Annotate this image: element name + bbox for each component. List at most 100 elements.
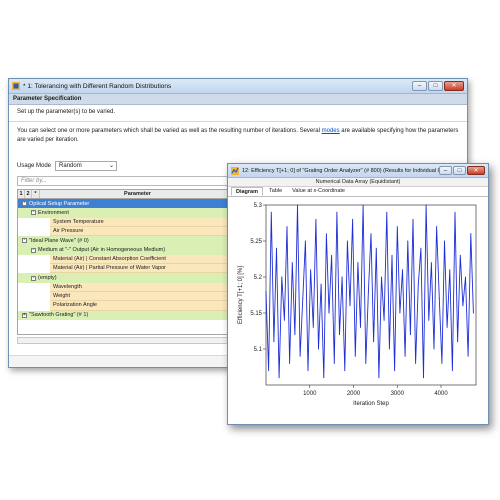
tab-table[interactable]: Table <box>265 187 286 196</box>
collapse-icon[interactable]: - <box>31 275 36 281</box>
parameter-label: System Temperature <box>53 218 104 225</box>
parameter-cell: - (empty) <box>31 275 57 281</box>
data-point <box>273 341 275 343</box>
parameter-row[interactable]: - Environment <box>18 208 246 218</box>
parameter-row[interactable]: - Optical Setup Parameter <box>18 199 246 209</box>
parameter-row[interactable]: Air Pressure <box>18 226 246 237</box>
efficiency-chart[interactable]: 1000 2000 3000 4000 5.1 5.15 5.2 5.25 5.3 Iterati… <box>228 198 488 424</box>
data-point <box>357 262 359 264</box>
header-parameter[interactable]: Parameter <box>40 190 236 198</box>
plot-area[interactable] <box>265 204 477 386</box>
parameter-label: Material (Air) | Partial Pressure of Wat… <box>53 265 166 272</box>
parameter-label: Environment <box>38 209 69 216</box>
chart-minimize-button[interactable]: – <box>439 166 452 175</box>
chart-maximize-button[interactable]: □ <box>453 166 466 175</box>
header-col-1[interactable]: 1 <box>18 190 25 198</box>
header-col-2[interactable]: 2 <box>25 190 32 198</box>
parameter-label: Air Pressure <box>53 228 84 235</box>
data-point <box>457 341 459 343</box>
data-point <box>333 362 335 364</box>
collapse-icon[interactable]: - <box>22 238 27 244</box>
parameter-grid: 1 2 * Parameter Va -Optical Setup Parame… <box>17 189 247 335</box>
modes-link[interactable]: modes <box>322 128 340 134</box>
y-tick-label: 5.1 <box>254 347 263 353</box>
data-point <box>428 319 430 321</box>
data-point <box>378 377 380 379</box>
usage-mode-label: Usage Mode <box>17 163 52 169</box>
data-point <box>391 254 393 256</box>
data-point <box>289 362 291 364</box>
parameter-row[interactable]: Material (Air) | Constant Absorption Coe… <box>18 254 246 265</box>
close-button[interactable]: ✕ <box>444 81 464 91</box>
filter-input[interactable]: Filter by... <box>17 176 247 186</box>
data-point <box>425 204 427 206</box>
data-point <box>462 305 464 307</box>
parameter-cell: - "Ideal Plane Wave" (# 0) <box>22 238 89 244</box>
parameter-label: Optical Setup Parameter <box>29 200 90 207</box>
data-point <box>318 348 319 350</box>
chart-window-title-bar[interactable]: 12: Efficiency T[+1; 0] of "Grating Orde… <box>228 164 488 178</box>
parameter-row[interactable]: System Temperature <box>18 217 246 227</box>
chart-window-title: 12: Efficiency T[+1; 0] of "Grating Orde… <box>242 167 447 174</box>
parameter-cell: Material (Air) | Partial Pressure of Wat… <box>50 264 240 274</box>
parameter-row[interactable]: Material (Air) | Partial Pressure of Wat… <box>18 264 246 274</box>
chart-close-button[interactable]: ✕ <box>467 166 485 175</box>
data-point <box>331 254 333 256</box>
data-point <box>370 233 372 235</box>
data-point <box>299 355 301 357</box>
data-point <box>438 298 440 300</box>
x-tick-label: 4000 <box>434 391 448 397</box>
parameter-label: "Ideal Plane Wave" (# 0) <box>29 237 89 244</box>
data-point <box>388 348 390 350</box>
x-tick-label: 3000 <box>391 391 405 397</box>
minimize-button[interactable]: – <box>412 81 427 91</box>
data-point <box>265 290 267 292</box>
data-point <box>375 247 377 249</box>
data-point <box>325 233 327 235</box>
parameter-cell: Air Pressure <box>50 226 240 237</box>
data-point <box>294 334 296 336</box>
usage-mode-select[interactable]: Random ⌄ <box>55 161 118 171</box>
parameter-row[interactable]: + "Sawtooth Grating" (# 1) <box>18 310 246 320</box>
parameter-row[interactable]: - "Ideal Plane Wave" (# 0) <box>18 236 246 246</box>
data-point <box>404 355 406 357</box>
horizontal-scrollbar[interactable] <box>17 337 247 344</box>
parameter-row[interactable]: - Medium at "-" Output (Air in Homogeneou… <box>18 245 246 255</box>
parameter-row[interactable]: Weight <box>18 291 246 302</box>
data-point <box>472 312 474 314</box>
data-point <box>402 269 403 271</box>
data-point <box>399 312 401 314</box>
view-tabs: Diagram Table Value at x-Coordinate <box>228 187 488 197</box>
data-point <box>349 305 351 307</box>
collapse-icon[interactable]: - <box>31 247 36 253</box>
data-point <box>268 370 270 372</box>
window-title-bar[interactable]: * 1: Tolerancing with Different Random D… <box>9 79 467 94</box>
parameter-label: Material (Air) | Constant Absorption Coe… <box>53 255 166 262</box>
data-point <box>302 298 304 300</box>
data-point <box>383 319 385 321</box>
maximize-button[interactable]: □ <box>428 81 443 91</box>
close-icon: ✕ <box>473 167 479 174</box>
data-point <box>381 276 382 278</box>
x-tick-label: 2000 <box>347 391 361 397</box>
collapse-icon[interactable]: - <box>22 201 27 207</box>
parameter-cell: System Temperature <box>50 217 240 227</box>
header-col-star[interactable]: * <box>32 190 40 198</box>
tab-diagram[interactable]: Diagram <box>231 187 264 196</box>
collapse-icon[interactable]: - <box>31 210 36 216</box>
data-point <box>276 247 277 249</box>
parameter-row[interactable]: Polarization Angle <box>18 301 246 311</box>
data-point <box>281 276 283 278</box>
data-point <box>444 240 445 242</box>
parameter-label: Wavelength <box>53 283 82 290</box>
tab-value-at-x[interactable]: Value at x-Coordinate <box>288 187 349 196</box>
data-point <box>467 355 469 357</box>
data-point <box>409 334 411 336</box>
expand-icon[interactable]: + <box>22 312 27 318</box>
parameter-label: (empty) <box>38 275 57 282</box>
y-tick-label: 5.25 <box>250 239 262 245</box>
parameter-row[interactable]: - (empty) <box>18 273 246 283</box>
grid-rows: - Optical Setup Parameter - Environment Syst… <box>18 199 246 320</box>
chart-app-icon <box>231 166 239 175</box>
parameter-row[interactable]: Wavelength <box>18 282 246 292</box>
